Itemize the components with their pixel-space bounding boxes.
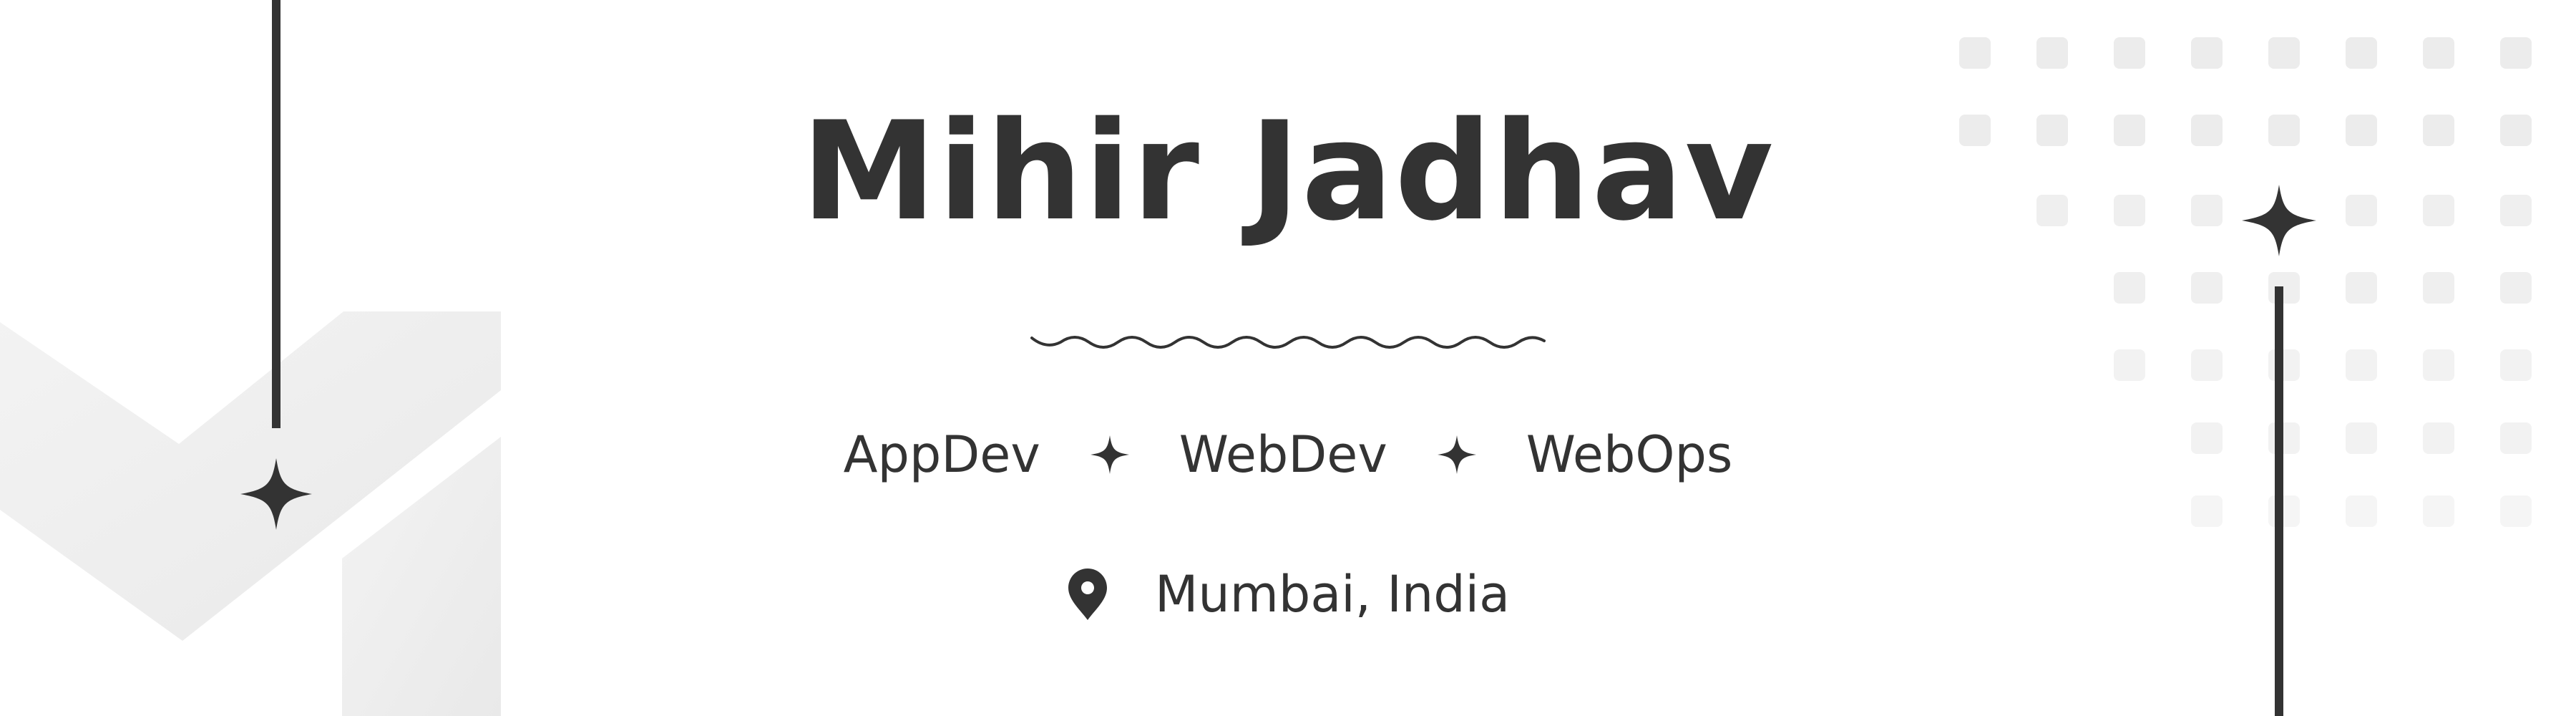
tag-webops: WebOps [1526,425,1733,484]
sparkle-icon [1089,434,1131,475]
sparkle-icon [1436,434,1478,475]
location: Mumbai, India [0,562,2576,626]
right-vertical-line [2275,286,2283,716]
m-logo-shape [0,311,501,716]
wavy-divider [1030,336,1546,349]
location-text: Mumbai, India [1154,565,1510,624]
tag-appdev: AppDev [843,425,1040,484]
skills-tags: AppDev WebDev WebOps [0,422,2576,487]
tag-webdev: WebDev [1179,425,1387,484]
map-pin-icon [1066,567,1109,621]
profile-name: Mihir Jadhav [801,92,1775,251]
